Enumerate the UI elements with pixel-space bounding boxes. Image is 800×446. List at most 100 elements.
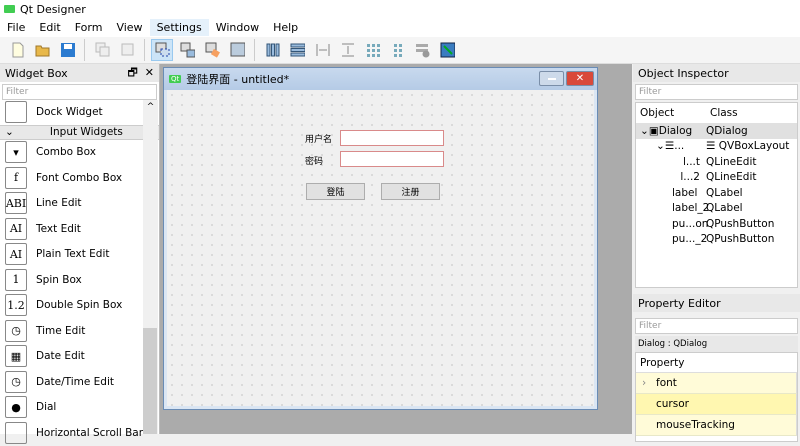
class-text: QVBoxLayout [718, 140, 790, 153]
class-name: QLineEdit [706, 156, 756, 168]
widget-item-label: Time Edit [36, 324, 86, 337]
layout-grid-button[interactable] [361, 39, 383, 61]
widget-item[interactable]: ◷ Date/Time Edit [0, 369, 159, 395]
widget-item[interactable]: AI Text Edit [0, 216, 159, 242]
menu-edit[interactable]: Edit [32, 19, 67, 36]
widget-item[interactable]: f Font Combo Box [0, 165, 159, 191]
category-input-widgets[interactable]: ⌄ Input Widgets [0, 124, 159, 140]
edit-widgets-icon [155, 42, 169, 57]
layout-splitter-h-button[interactable] [311, 39, 333, 61]
object-tree-row[interactable]: ⌄ ☰ ... ☰ QVBoxLayout [636, 139, 797, 155]
layout-horizontal-button[interactable] [261, 39, 283, 61]
edit-widgets-button[interactable] [151, 39, 173, 61]
paste-button[interactable] [116, 39, 138, 61]
minimize-button[interactable] [539, 71, 564, 86]
widget-item-label: Date Edit [36, 350, 85, 363]
menu-bar: File Edit Form View Settings Window Help [0, 18, 800, 37]
app-title: Qt Designer [20, 2, 86, 16]
layout-vertical-button[interactable] [286, 39, 308, 61]
property-row[interactable]: mouseTracking [636, 415, 797, 436]
new-file-button[interactable] [6, 39, 28, 61]
scrollbar-thumb[interactable] [143, 328, 157, 434]
object-tree-row[interactable]: l...t QLineEdit [636, 154, 797, 170]
break-layout-icon [415, 44, 429, 58]
menu-view[interactable]: View [109, 19, 149, 36]
class-name: ☰ QVBoxLayout [706, 140, 789, 152]
property-name: mouseTracking [656, 419, 735, 431]
property-filter-input[interactable]: Filter [635, 318, 798, 334]
object-name-cell: pu...on [636, 218, 708, 230]
break-layout-button[interactable] [411, 39, 433, 61]
object-filter-input[interactable]: Filter [635, 84, 798, 100]
widget-item[interactable]: ▾ Combo Box [0, 140, 159, 166]
object-name-cell: label [636, 187, 706, 199]
chevron-down-icon[interactable]: ⌄ [640, 125, 649, 137]
adjust-size-button[interactable] [436, 39, 458, 61]
object-tree-row[interactable]: pu..._2 QPushButton [636, 232, 797, 248]
copy-button[interactable] [91, 39, 113, 61]
property-row[interactable]: cursor [636, 394, 797, 415]
layout-grid-icon [366, 44, 380, 57]
menu-window[interactable]: Window [209, 19, 266, 36]
password-input[interactable] [340, 151, 444, 167]
close-window-button[interactable]: ✕ [566, 71, 594, 86]
layout-vertical-icon [290, 43, 305, 57]
object-tree: Object Class ⌄ ▣ Dialog QDialog ⌄ ☰ ... ☰ Q… [635, 102, 798, 288]
username-input[interactable] [340, 130, 444, 146]
class-name: QLabel [706, 202, 743, 214]
widget-item[interactable]: 1.2 Double Spin Box [0, 293, 159, 319]
paste-icon [121, 43, 133, 56]
save-button[interactable] [56, 39, 78, 61]
class-name: QPushButton [706, 218, 774, 230]
widget-item[interactable]: 1 Spin Box [0, 267, 159, 293]
chevron-down-icon[interactable]: ⌄ [656, 140, 665, 152]
widget-item[interactable]: ● Dial [0, 395, 159, 421]
app-title-bar: Qt Designer [0, 0, 800, 18]
widget-item[interactable]: Dock Widget [0, 99, 159, 125]
register-button[interactable]: 注册 [381, 183, 440, 200]
widget-item-label: Plain Text Edit [36, 248, 110, 261]
object-tree-row[interactable]: ⌄ ▣ Dialog QDialog [636, 123, 797, 139]
close-icon[interactable]: ✕ [145, 66, 154, 79]
widget-item-label: Date/Time Edit [36, 375, 115, 388]
object-tree-row[interactable]: l...2 QLineEdit [636, 170, 797, 186]
menu-form[interactable]: Form [68, 19, 110, 36]
object-tree-row[interactable]: label_2 QLabel [636, 201, 797, 217]
edit-signals-button[interactable] [176, 39, 198, 61]
copy-icon [95, 42, 109, 57]
open-button[interactable] [31, 39, 53, 61]
object-name-cell: l...2 [636, 171, 706, 183]
object-tree-row[interactable]: pu...on QPushButton [636, 216, 797, 232]
line-edit-icon: ABI [5, 192, 27, 215]
chevron-right-icon[interactable]: › [642, 377, 656, 389]
edit-tab-order-button[interactable] [226, 39, 248, 61]
dock-widget-icon [5, 100, 27, 123]
object-name: Dialog [658, 124, 693, 137]
splitter-vertical-icon [341, 43, 354, 57]
edit-buddies-button[interactable] [201, 39, 223, 61]
layout-form-button[interactable] [386, 39, 408, 61]
scroll-up-icon[interactable]: ^ [143, 102, 158, 112]
widget-item[interactable]: AI Plain Text Edit [0, 242, 159, 268]
layout-splitter-v-button[interactable] [336, 39, 358, 61]
object-name: l...2 [680, 171, 700, 184]
menu-settings[interactable]: Settings [149, 19, 209, 36]
widget-item[interactable]: ▦ Date Edit [0, 344, 159, 370]
menu-file[interactable]: File [0, 19, 32, 36]
scroll-bar-icon [5, 421, 27, 444]
float-icon[interactable]: 🗗 [127, 66, 137, 79]
widget-item[interactable]: ◷ Time Edit [0, 318, 159, 344]
menu-help[interactable]: Help [266, 19, 305, 36]
widget-item[interactable]: ABI Line Edit [0, 191, 159, 217]
class-name: QPushButton [706, 233, 774, 245]
spin-box-icon: 1 [5, 268, 27, 291]
object-tree-row[interactable]: label QLabel [636, 185, 797, 201]
login-button[interactable]: 登陆 [306, 183, 365, 200]
column-object: Object [640, 107, 675, 119]
layout-horizontal-icon [266, 43, 279, 57]
folder-open-icon [35, 45, 49, 57]
property-row[interactable]: › font [636, 373, 797, 394]
property-editor-header: Property Editor [633, 294, 800, 312]
widget-item[interactable]: Horizontal Scroll Bar [0, 420, 159, 446]
widget-filter-input[interactable]: Filter [2, 84, 157, 100]
